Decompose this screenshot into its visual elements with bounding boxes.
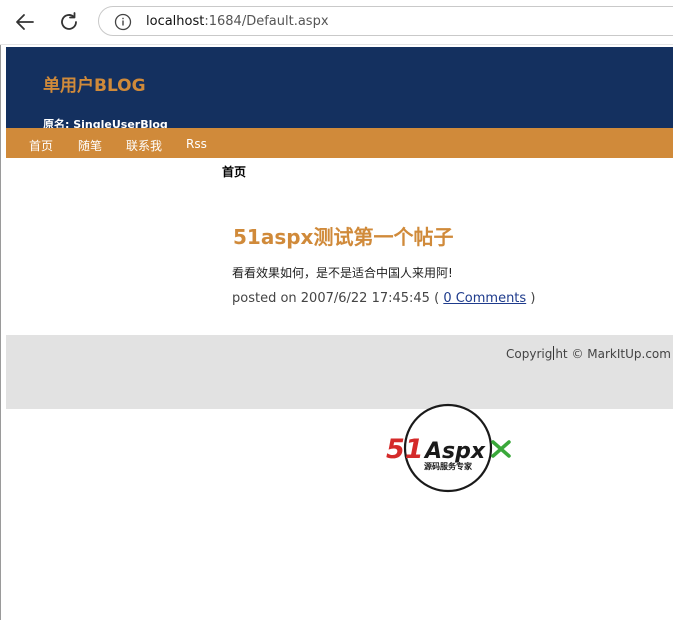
reload-icon[interactable] — [57, 10, 81, 34]
page-border — [0, 45, 1, 620]
post-body: 看看效果如何，是不是适合中国人来用阿! — [232, 266, 453, 280]
main-menu: 首页 随笔 联系我 Rss — [6, 128, 673, 158]
logo-tagline: 源码服务专家 — [424, 461, 473, 471]
copyright: Copyrig ht © MarkItUp.com — [506, 346, 671, 361]
menu-item-essays[interactable]: 随笔 — [78, 137, 102, 154]
info-icon[interactable] — [114, 13, 132, 31]
logo-mark-51: 51 — [386, 434, 424, 465]
arrow-left-icon[interactable] — [13, 10, 37, 34]
site-title: 单用户BLOG — [43, 76, 146, 96]
logo[interactable]: 51 Aspx 源码服务专家 — [385, 402, 515, 496]
site-header: 单用户BLOG 原名: SingleUserBlog — [6, 47, 673, 128]
footer: Copyrig ht © MarkItUp.com — [6, 335, 673, 409]
logo-mark-aspx: Aspx — [423, 439, 486, 464]
copyright-part-1: Copyrig — [506, 347, 553, 361]
url-path: :1684/Default.aspx — [204, 14, 329, 29]
menu-item-contact[interactable]: 联系我 — [126, 137, 162, 154]
url-host: localhost — [146, 14, 205, 29]
url-text[interactable]: localhost:1684/Default.aspx — [146, 14, 329, 29]
logo-x-mark — [491, 440, 511, 458]
breadcrumb: 首页 — [222, 165, 247, 179]
post-meta: posted on 2007/6/22 17:45:45 ( 0 Comment… — [232, 291, 535, 306]
post-meta-close: ) — [530, 291, 536, 306]
browser-toolbar: localhost:1684/Default.aspx — [0, 0, 673, 45]
post-date: posted on 2007/6/22 17:45:45 ( — [232, 291, 440, 306]
menu-item-rss[interactable]: Rss — [186, 137, 207, 151]
comments-link[interactable]: 0 Comments — [443, 291, 526, 306]
site-subtitle: 原名: SingleUserBlog — [43, 118, 168, 128]
menu-item-home[interactable]: 首页 — [29, 137, 53, 154]
address-bar[interactable]: localhost:1684/Default.aspx — [98, 6, 673, 36]
copyright-part-2: ht © MarkItUp.com — [555, 347, 671, 361]
post-title[interactable]: 51aspx测试第一个帖子 — [233, 221, 453, 250]
